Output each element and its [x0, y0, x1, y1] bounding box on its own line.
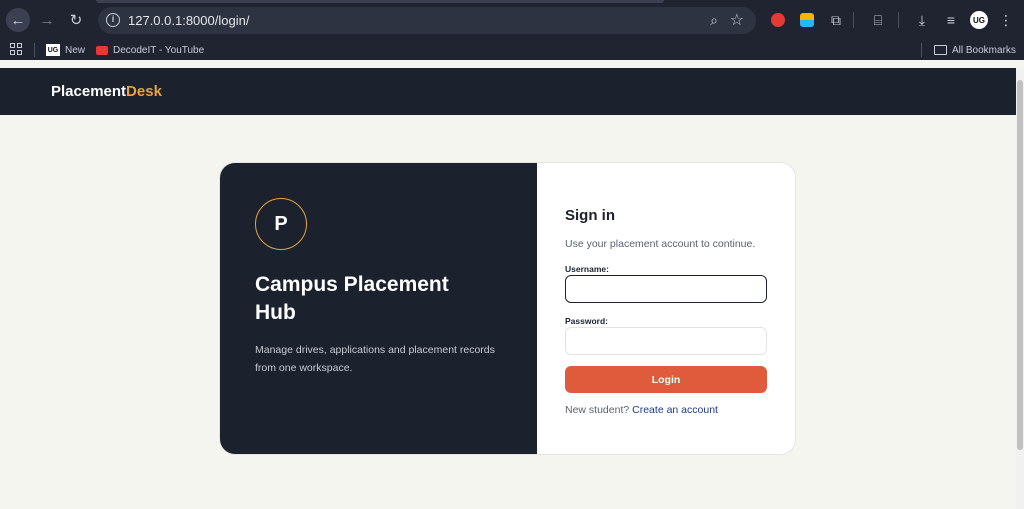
site-header: PlacementDesk: [0, 68, 1016, 115]
bookmarks-separator: [34, 43, 35, 57]
toolbar-separator: [898, 12, 899, 28]
address-url[interactable]: 127.0.0.1:8000/login/: [128, 13, 249, 28]
create-account-link[interactable]: Create an account: [632, 404, 718, 416]
login-form-panel: Sign in Use your placement account to co…: [537, 163, 795, 454]
username-label: Username:: [565, 264, 609, 274]
logo-badge: P: [255, 198, 307, 250]
hero-title: Campus Placement Hub: [255, 273, 449, 324]
profile-initials: UG: [970, 11, 988, 29]
bookmark-new[interactable]: UG New: [46, 42, 85, 58]
form-subtitle: Use your placement account to continue.: [565, 238, 756, 250]
extension-red-icon[interactable]: [769, 11, 787, 29]
hero-description: Manage drives, applications and placemen…: [255, 344, 495, 374]
address-bar[interactable]: i 127.0.0.1:8000/login/ ⌕ ☆: [98, 7, 756, 34]
password-label: Password:: [565, 316, 608, 326]
menu-dots-icon[interactable]: ⋮: [997, 11, 1015, 29]
browser-toolbar: ← → ↻ i 127.0.0.1:8000/login/ ⌕ ☆ ⧉ ⌸ ⤓ …: [0, 0, 1024, 40]
download-icon[interactable]: ⤓: [913, 11, 931, 29]
apps-grid-icon[interactable]: [10, 43, 22, 55]
incognito-icon[interactable]: ⌸: [869, 11, 887, 29]
login-button[interactable]: Login: [565, 366, 767, 393]
all-bookmarks-label: All Bookmarks: [952, 44, 1016, 56]
profile-avatar[interactable]: UG: [970, 11, 988, 29]
forward-button[interactable]: →: [35, 8, 59, 32]
hero-panel: P Campus Placement Hub Manage drives, ap…: [220, 163, 537, 454]
login-card: P Campus Placement Hub Manage drives, ap…: [219, 162, 796, 455]
brand-logo[interactable]: PlacementDesk: [51, 83, 162, 100]
brand-main: Placement: [51, 83, 127, 100]
page-scrollbar[interactable]: [1016, 68, 1024, 509]
all-bookmarks-button[interactable]: All Bookmarks: [934, 42, 1016, 58]
bookmark-label: New: [65, 44, 86, 56]
back-button[interactable]: ←: [6, 8, 30, 32]
signup-prompt: New student? Create an account: [565, 404, 718, 416]
youtube-icon: [96, 45, 108, 55]
extension-colorful-icon[interactable]: [798, 11, 816, 29]
username-input[interactable]: [565, 275, 767, 303]
toolbar-separator: [853, 12, 854, 28]
bookmarks-bar: UG New DecodeIT - YouTube All Bookmarks: [0, 40, 1024, 60]
form-title: Sign in: [565, 207, 615, 224]
signup-prompt-text: New student?: [565, 404, 630, 416]
bookmark-star-icon[interactable]: ☆: [730, 10, 744, 30]
site-info-icon[interactable]: i: [106, 13, 120, 27]
bookmarks-separator: [921, 43, 922, 57]
media-controls-icon[interactable]: ≡: [942, 11, 960, 29]
reload-button[interactable]: ↻: [64, 8, 88, 32]
scrollbar-thumb[interactable]: [1017, 80, 1023, 450]
page-viewport: PlacementDesk P Campus Placement Hub Man…: [0, 68, 1024, 509]
folder-icon: [934, 45, 947, 55]
active-tab-edge: [96, 0, 664, 3]
password-input[interactable]: [565, 327, 767, 355]
bookmark-label: DecodeIT - YouTube: [113, 44, 205, 56]
ug-icon: UG: [46, 44, 60, 56]
extensions-puzzle-icon[interactable]: ⧉: [827, 11, 845, 29]
zoom-icon[interactable]: ⌕: [710, 12, 718, 29]
bookmark-youtube[interactable]: DecodeIT - YouTube: [96, 42, 204, 58]
brand-accent: Desk: [126, 83, 162, 100]
